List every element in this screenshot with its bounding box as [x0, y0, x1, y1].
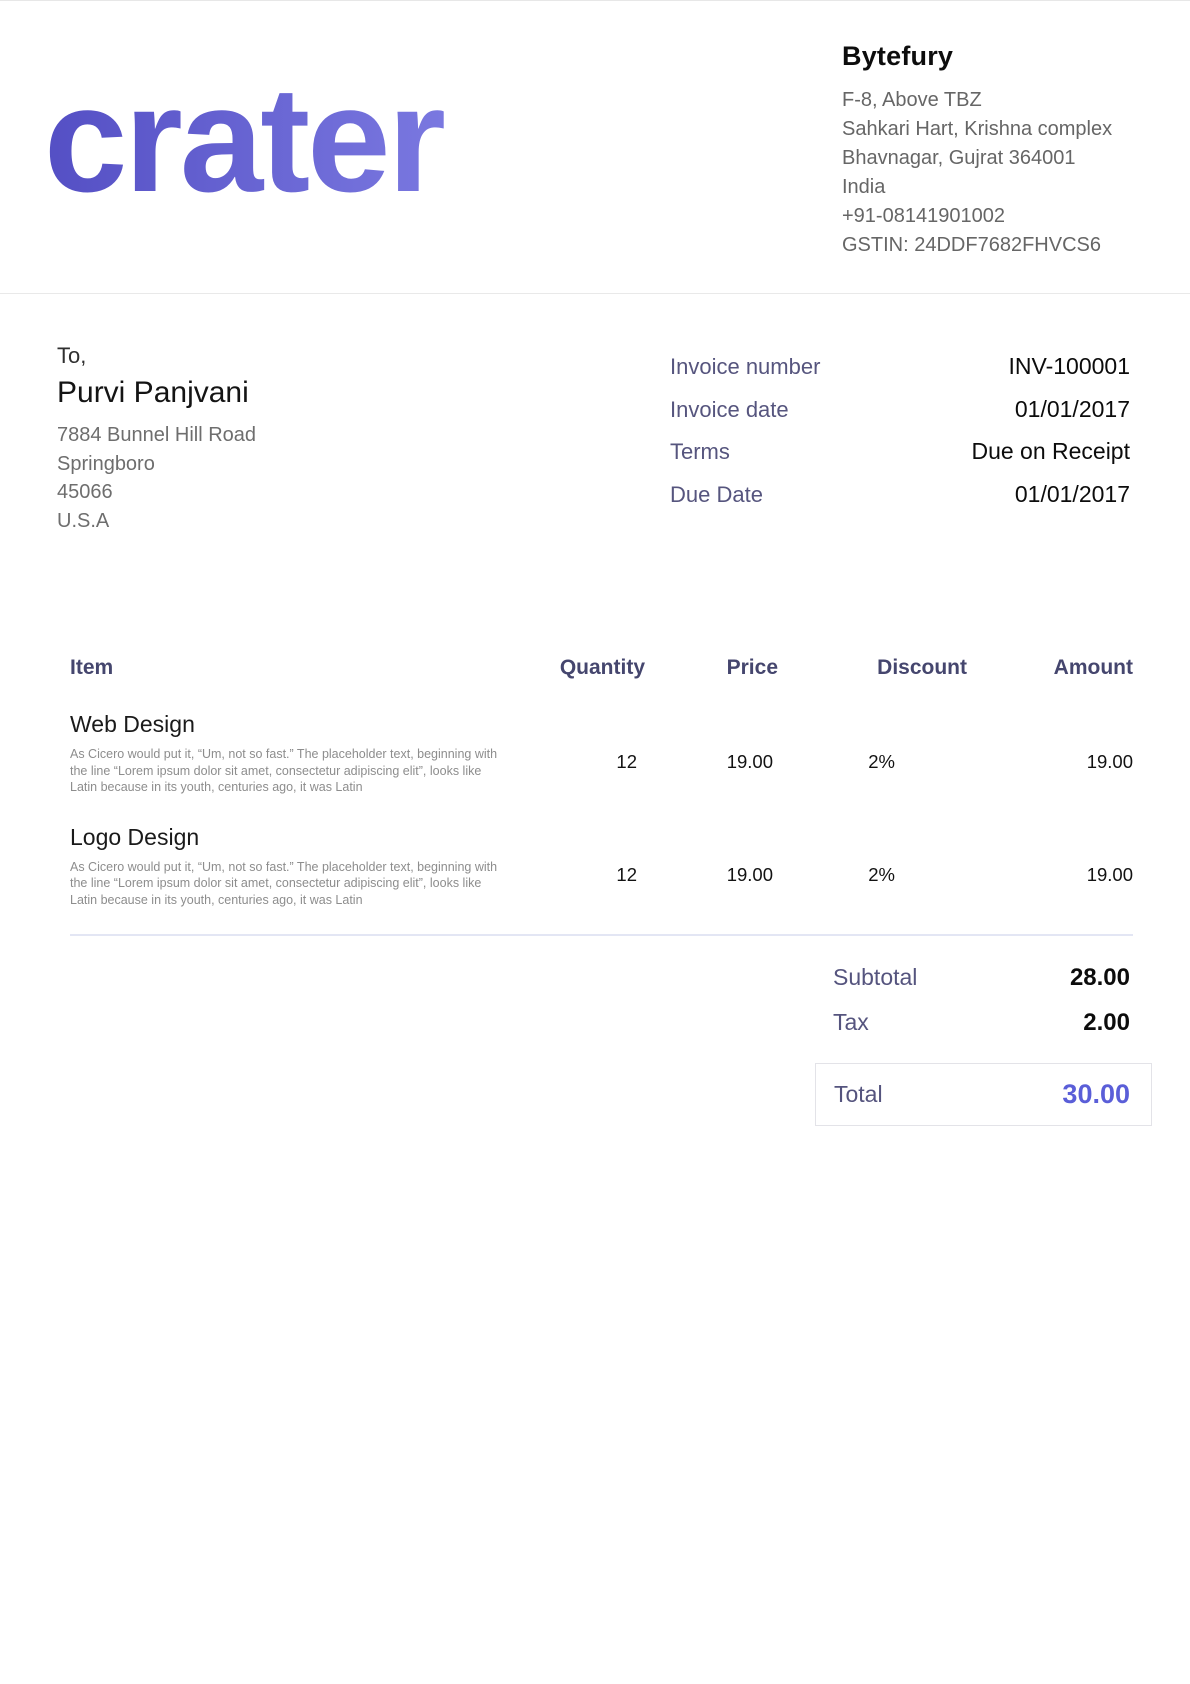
table-row: Web Design As Cicero would put it, “Um, …: [70, 709, 1133, 796]
terms-value: Due on Receipt: [971, 438, 1130, 464]
item-amount: 19.00: [967, 822, 1133, 909]
due-date-label: Due Date: [670, 482, 763, 508]
items-table-body: Web Design As Cicero would put it, “Um, …: [70, 709, 1133, 908]
column-header-quantity: Quantity: [500, 656, 645, 680]
invoice-date-value: 01/01/2017: [1015, 396, 1130, 422]
tax-row: Tax 2.00: [815, 1008, 1152, 1037]
invoice-date-label: Invoice date: [670, 397, 789, 423]
item-cell: Web Design As Cicero would put it, “Um, …: [70, 709, 500, 796]
crater-logo-icon: crater: [44, 63, 544, 238]
item-cell: Logo Design As Cicero would put it, “Um,…: [70, 822, 500, 909]
item-quantity: 12: [500, 709, 645, 796]
bill-to-block: To, Purvi Panjvani 7884 Bunnel Hill Road…: [57, 341, 537, 535]
tax-value: 2.00: [1083, 1009, 1130, 1037]
total-box: Total 30.00: [815, 1063, 1152, 1126]
company-name: Bytefury: [842, 39, 1162, 73]
column-header-amount: Amount: [967, 656, 1133, 680]
logo-text: crater: [44, 63, 445, 223]
subtotal-label: Subtotal: [833, 963, 917, 991]
bill-to-address-line: 45066: [57, 478, 537, 507]
bill-to-name: Purvi Panjvani: [57, 373, 537, 413]
item-quantity: 12: [500, 822, 645, 909]
subtotal-value: 28.00: [1070, 964, 1130, 992]
company-address-line: India: [842, 173, 1162, 202]
column-header-price: Price: [645, 656, 778, 680]
invoice-date-row: Invoice date 01/01/2017: [670, 396, 1130, 423]
item-discount: 2%: [778, 822, 967, 909]
company-address-line: Bhavnagar, Gujrat 364001: [842, 144, 1162, 173]
column-header-discount: Discount: [778, 656, 967, 680]
items-table: Item Quantity Price Discount Amount Web …: [70, 656, 1133, 936]
total-label: Total: [834, 1081, 883, 1108]
invoice-number-value: INV-100001: [1009, 353, 1130, 379]
bill-to-address: 7884 Bunnel Hill Road Springboro 45066 U…: [57, 421, 537, 535]
item-name: Logo Design: [70, 822, 500, 852]
item-discount: 2%: [778, 709, 967, 796]
company-gstin: GSTIN: 24DDF7682FHVCS6: [842, 231, 1162, 260]
subtotal-row: Subtotal 28.00: [815, 963, 1152, 992]
invoice-header: crater Bytefury F-8, Above TBZ Sahkari H…: [0, 1, 1190, 294]
company-block: Bytefury F-8, Above TBZ Sahkari Hart, Kr…: [842, 39, 1162, 260]
company-address-line: Sahkari Hart, Krishna complex: [842, 115, 1162, 144]
totals-block: Subtotal 28.00 Tax 2.00 Total 30.00: [815, 963, 1152, 1126]
due-date-row: Due Date 01/01/2017: [670, 481, 1130, 508]
item-description: As Cicero would put it, “Um, not so fast…: [70, 746, 500, 796]
table-row: Logo Design As Cicero would put it, “Um,…: [70, 822, 1133, 909]
crater-logo: crater: [44, 63, 544, 238]
bill-to-label: To,: [57, 341, 537, 371]
item-price: 19.00: [645, 822, 778, 909]
invoice-meta: Invoice number INV-100001 Invoice date 0…: [670, 353, 1130, 523]
total-value: 30.00: [1062, 1079, 1130, 1110]
company-address: F-8, Above TBZ Sahkari Hart, Krishna com…: [842, 86, 1162, 260]
invoice-number-row: Invoice number INV-100001: [670, 353, 1130, 380]
table-divider: [70, 934, 1133, 936]
company-address-line: F-8, Above TBZ: [842, 86, 1162, 115]
item-description: As Cicero would put it, “Um, not so fast…: [70, 859, 500, 909]
bill-to-address-line: Springboro: [57, 450, 537, 479]
due-date-value: 01/01/2017: [1015, 481, 1130, 507]
bill-to-address-line: 7884 Bunnel Hill Road: [57, 421, 537, 450]
company-phone: +91-08141901002: [842, 202, 1162, 231]
items-table-header: Item Quantity Price Discount Amount: [70, 656, 1133, 680]
tax-label: Tax: [833, 1008, 869, 1036]
terms-label: Terms: [670, 439, 730, 465]
invoice-page: crater Bytefury F-8, Above TBZ Sahkari H…: [0, 0, 1190, 1684]
item-amount: 19.00: [967, 709, 1133, 796]
column-header-item: Item: [70, 656, 500, 680]
bill-to-address-line: U.S.A: [57, 507, 537, 536]
item-name: Web Design: [70, 709, 500, 739]
terms-row: Terms Due on Receipt: [670, 438, 1130, 465]
item-price: 19.00: [645, 709, 778, 796]
invoice-number-label: Invoice number: [670, 354, 820, 380]
